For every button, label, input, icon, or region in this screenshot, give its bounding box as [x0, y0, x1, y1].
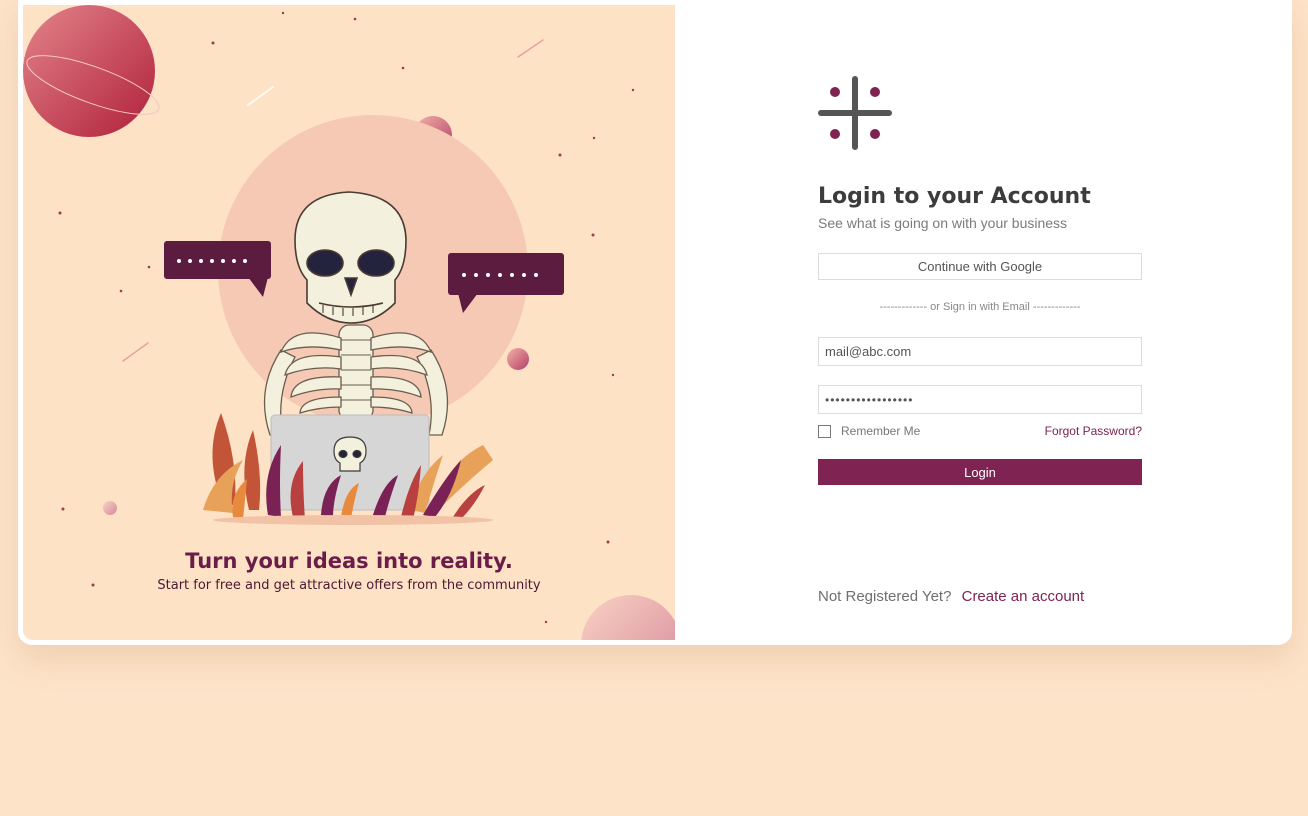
remember-me-label: Remember Me — [841, 424, 921, 438]
remember-me[interactable]: Remember Me — [818, 424, 920, 438]
illustration-subline: Start for free and get attractive offers… — [157, 578, 541, 593]
email-divider: ------------- or Sign in with Email ----… — [879, 301, 1081, 313]
app-logo-icon — [818, 76, 892, 150]
page-subtitle: See what is going on with your business — [818, 215, 1068, 231]
forgot-password-link[interactable]: Forgot Password? — [1045, 424, 1142, 438]
register-prompt: Not Registered Yet? Create an account — [818, 588, 1084, 605]
checkbox-icon[interactable] — [818, 424, 831, 438]
login-card: Turn your ideas into reality. Start for … — [18, 0, 1292, 645]
login-form: Login to your Account See what is going … — [818, 0, 1148, 645]
create-account-link[interactable]: Create an account — [962, 588, 1085, 605]
illustration-panel: Turn your ideas into reality. Start for … — [23, 5, 675, 640]
google-signin-button[interactable]: Continue with Google — [818, 253, 1142, 280]
illustration-headline: Turn your ideas into reality. — [185, 549, 513, 573]
page-title: Login to your Account — [818, 184, 1091, 209]
register-prompt-text: Not Registered Yet? — [818, 588, 952, 605]
password-field[interactable]: ••••••••••••••••• — [818, 385, 1142, 414]
login-button[interactable]: Login — [818, 459, 1142, 485]
skeleton-illustration — [23, 5, 675, 640]
email-field[interactable]: mail@abc.com — [818, 337, 1142, 366]
